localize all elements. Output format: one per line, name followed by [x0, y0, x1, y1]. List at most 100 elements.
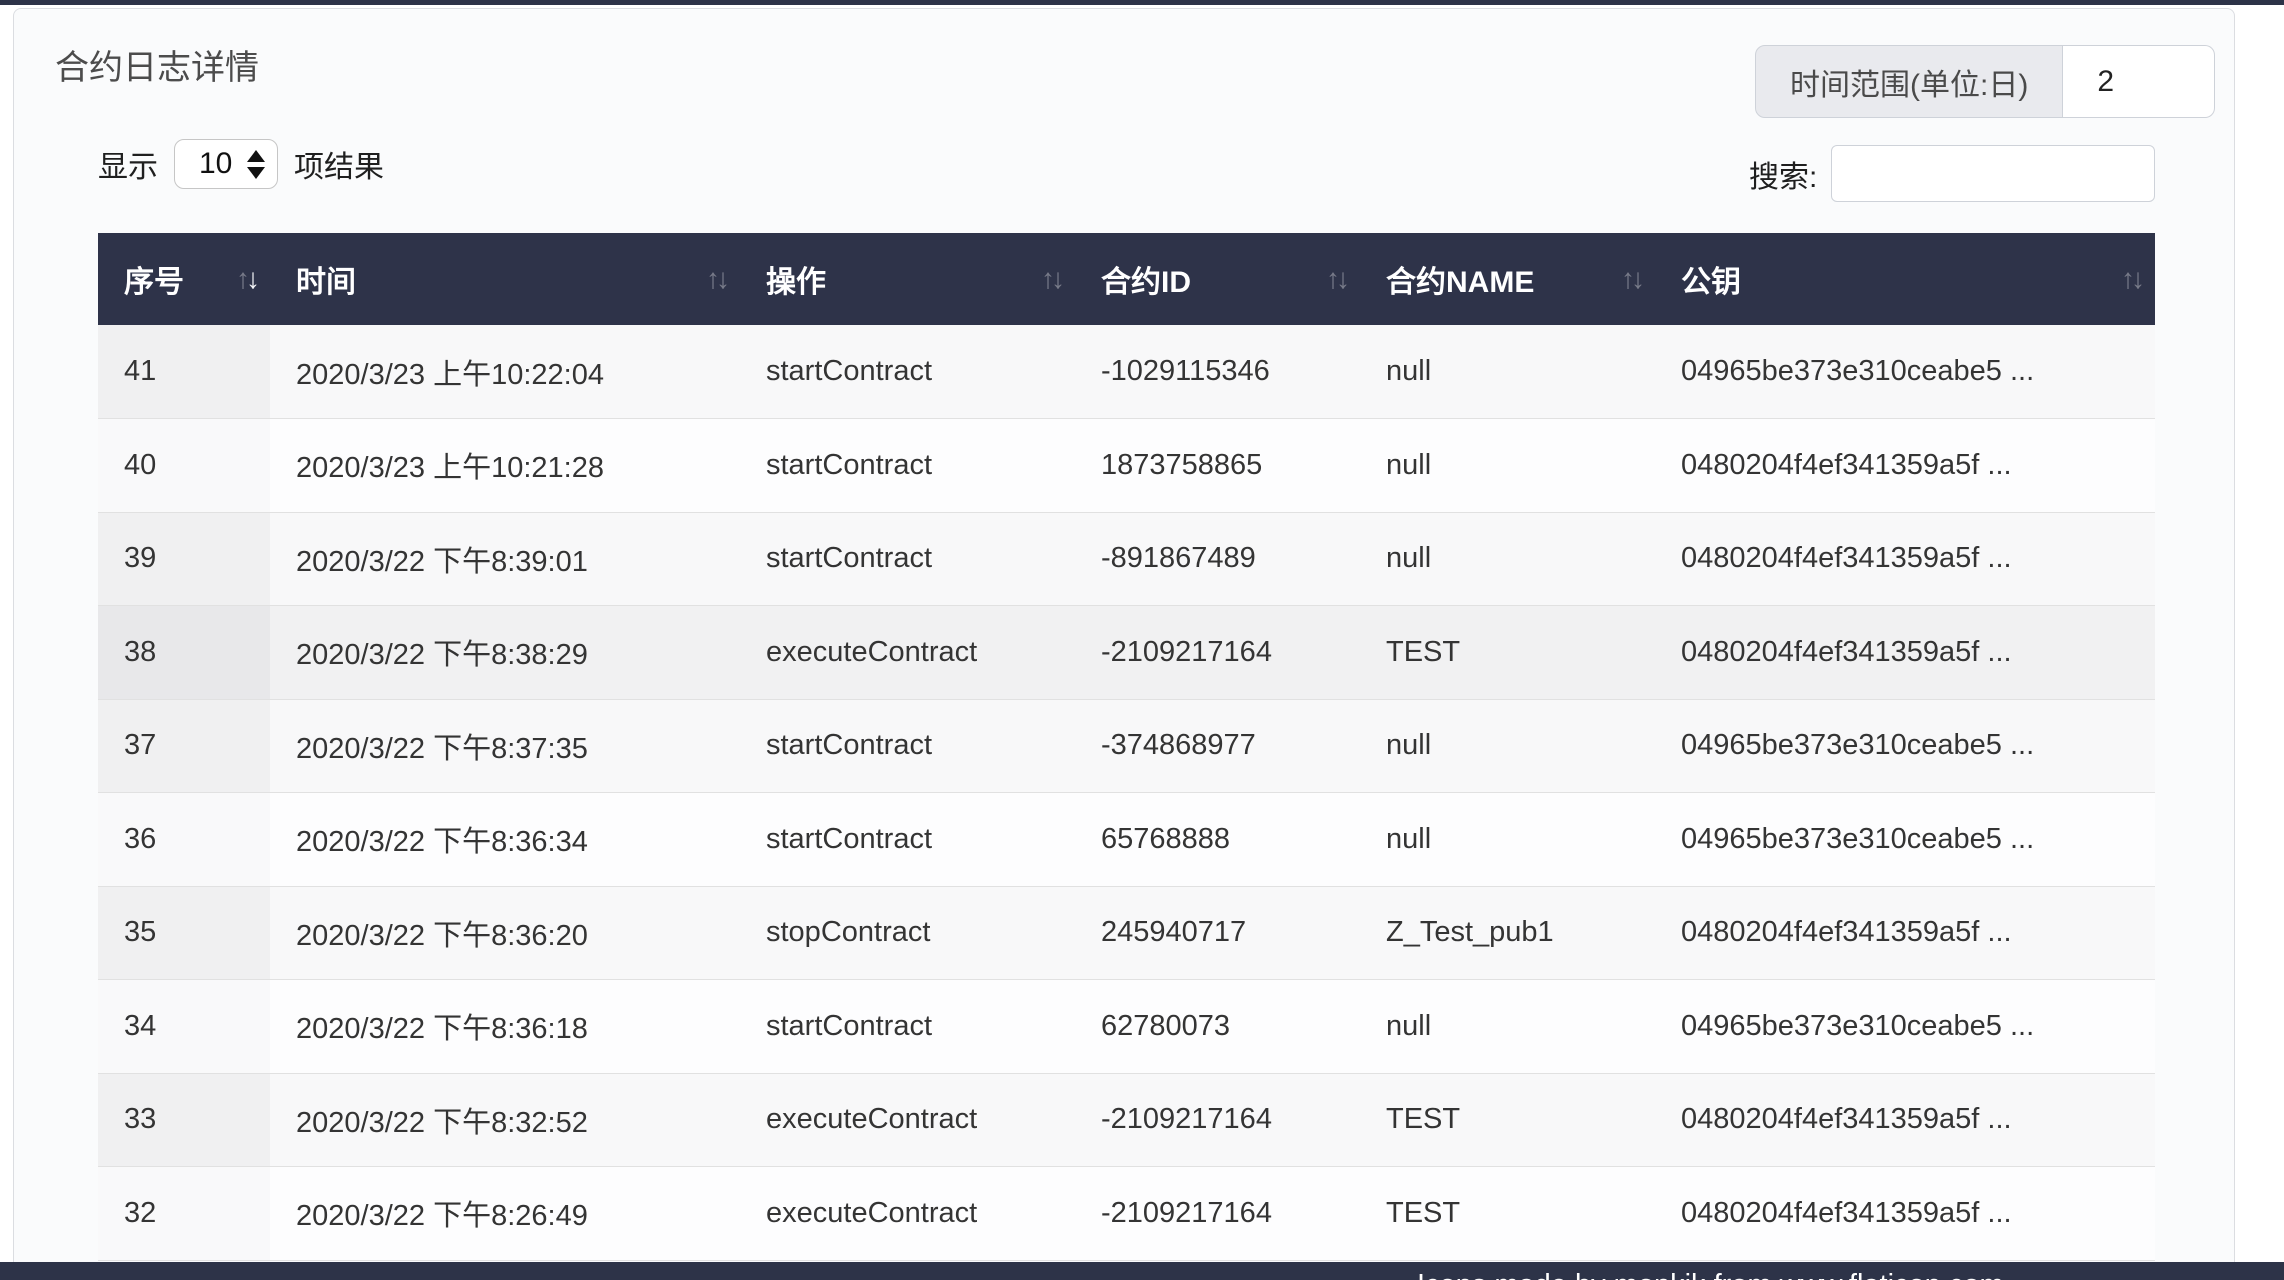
cell-pubkey: 0480204f4ef341359a5f ...: [1655, 606, 2155, 700]
sort-arrows-icon: ↑↓: [706, 263, 726, 295]
cell-time: 2020/3/23 上午10:22:04: [270, 325, 740, 419]
sort-arrows-icon: ↑↓: [2121, 263, 2141, 295]
cell-operation: startContract: [740, 980, 1075, 1074]
cell-serial: 34: [98, 980, 270, 1074]
table-row: 362020/3/22 下午8:36:34startContract657688…: [98, 793, 2155, 887]
cell-contract-id: -1029115346: [1075, 325, 1360, 419]
cell-pubkey: 0480204f4ef341359a5f ...: [1655, 1073, 2155, 1167]
cell-pubkey: 04965be373e310ceabe5 ...: [1655, 980, 2155, 1074]
sort-arrows-icon: ↑↓: [1326, 263, 1346, 295]
cell-pubkey: 0480204f4ef341359a5f ...: [1655, 512, 2155, 606]
table-row: 402020/3/23 上午10:21:28startContract18737…: [98, 419, 2155, 513]
table-row: 332020/3/22 下午8:32:52executeContract-210…: [98, 1073, 2155, 1167]
cell-pubkey: 0480204f4ef341359a5f ...: [1655, 886, 2155, 980]
select-spinner-icon: [247, 150, 265, 179]
cell-operation: startContract: [740, 512, 1075, 606]
page-title: 合约日志详情: [55, 40, 259, 89]
cell-time: 2020/3/22 下午8:39:01: [270, 512, 740, 606]
cell-serial: 32: [98, 1167, 270, 1261]
length-suffix-label: 项结果: [294, 142, 384, 186]
contract-log-table: 序号↑↓时间↑↓操作↑↓合约ID↑↓合约NAME↑↓公钥↑↓ 412020/3/…: [98, 233, 2155, 1261]
time-range-input[interactable]: [2063, 45, 2215, 118]
time-range-group: 时间范围(单位:日): [1755, 45, 2215, 118]
footer-credit: Icons made by monkik from www.flaticon.c…: [1417, 1269, 2004, 1280]
column-header-2[interactable]: 操作 ↑↓: [740, 233, 1075, 325]
search-control: 搜索:: [1749, 145, 2155, 202]
column-label: 操作: [766, 266, 826, 299]
table-row: 382020/3/22 下午8:38:29executeContract-210…: [98, 606, 2155, 700]
column-header-1[interactable]: 时间 ↑↓: [270, 233, 740, 325]
cell-contract-name: null: [1360, 699, 1655, 793]
cell-operation: startContract: [740, 793, 1075, 887]
page-length-control: 显示 10 项结果: [98, 138, 384, 190]
cell-contract-id: -374868977: [1075, 699, 1360, 793]
table-row: 342020/3/22 下午8:36:18startContract627800…: [98, 980, 2155, 1074]
cell-operation: startContract: [740, 419, 1075, 513]
top-navbar-edge: [0, 0, 2284, 5]
column-header-4[interactable]: 合约NAME ↑↓: [1360, 233, 1655, 325]
cell-serial: 37: [98, 699, 270, 793]
cell-contract-name: null: [1360, 512, 1655, 606]
search-label: 搜索:: [1749, 152, 1817, 196]
column-header-0[interactable]: 序号 ↑↓: [98, 233, 270, 325]
table-row: 392020/3/22 下午8:39:01startContract-89186…: [98, 512, 2155, 606]
column-label: 公钥: [1681, 266, 1741, 299]
table-row: 372020/3/22 下午8:37:35startContract-37486…: [98, 699, 2155, 793]
cell-contract-name: TEST: [1360, 1073, 1655, 1167]
cell-contract-id: -2109217164: [1075, 606, 1360, 700]
cell-contract-id: -2109217164: [1075, 1167, 1360, 1261]
cell-contract-name: null: [1360, 419, 1655, 513]
table-row: 352020/3/22 下午8:36:20stopContract2459407…: [98, 886, 2155, 980]
cell-pubkey: 04965be373e310ceabe5 ...: [1655, 793, 2155, 887]
table-row: 322020/3/22 下午8:26:49executeContract-210…: [98, 1167, 2155, 1261]
cell-serial: 36: [98, 793, 270, 887]
cell-operation: executeContract: [740, 1167, 1075, 1261]
column-label: 时间: [296, 266, 356, 299]
sort-arrows-icon: ↑↓: [1041, 263, 1061, 295]
sort-arrows-icon: ↑↓: [1621, 263, 1641, 295]
cell-time: 2020/3/22 下午8:38:29: [270, 606, 740, 700]
cell-time: 2020/3/22 下午8:32:52: [270, 1073, 740, 1167]
cell-operation: startContract: [740, 325, 1075, 419]
search-input[interactable]: [1831, 145, 2155, 202]
cell-serial: 35: [98, 886, 270, 980]
cell-operation: executeContract: [740, 1073, 1075, 1167]
cell-serial: 40: [98, 419, 270, 513]
cell-pubkey: 04965be373e310ceabe5 ...: [1655, 325, 2155, 419]
cell-serial: 41: [98, 325, 270, 419]
column-label: 序号: [124, 266, 184, 299]
cell-time: 2020/3/22 下午8:26:49: [270, 1167, 740, 1261]
sort-arrows-icon: ↑↓: [236, 263, 256, 295]
cell-contract-id: -2109217164: [1075, 1073, 1360, 1167]
cell-contract-name: null: [1360, 793, 1655, 887]
cell-serial: 33: [98, 1073, 270, 1167]
cell-contract-name: null: [1360, 325, 1655, 419]
cell-serial: 38: [98, 606, 270, 700]
cell-contract-id: 1873758865: [1075, 419, 1360, 513]
column-header-3[interactable]: 合约ID ↑↓: [1075, 233, 1360, 325]
cell-operation: executeContract: [740, 606, 1075, 700]
cell-contract-id: -891867489: [1075, 512, 1360, 606]
cell-contract-name: null: [1360, 980, 1655, 1074]
cell-contract-id: 62780073: [1075, 980, 1360, 1074]
header-row: 序号 ↑↓ 时间 ↑↓ 操作 ↑↓ 合约ID ↑↓ 合约NAME ↑↓ 公钥 ↑↓: [98, 233, 2155, 325]
cell-time: 2020/3/23 上午10:21:28: [270, 419, 740, 513]
cell-contract-name: Z_Test_pub1: [1360, 886, 1655, 980]
cell-time: 2020/3/22 下午8:36:34: [270, 793, 740, 887]
cell-contract-id: 65768888: [1075, 793, 1360, 887]
cell-serial: 39: [98, 512, 270, 606]
cell-contract-name: TEST: [1360, 606, 1655, 700]
time-range-label: 时间范围(单位:日): [1755, 45, 2063, 118]
column-label: 合约ID: [1101, 266, 1191, 299]
cell-pubkey: 04965be373e310ceabe5 ...: [1655, 699, 2155, 793]
length-select-value: 10: [199, 147, 247, 181]
column-label: 合约NAME: [1386, 266, 1534, 299]
cell-contract-name: TEST: [1360, 1167, 1655, 1261]
cell-pubkey: 0480204f4ef341359a5f ...: [1655, 419, 2155, 513]
length-select[interactable]: 10: [174, 139, 278, 189]
column-header-5[interactable]: 公钥 ↑↓: [1655, 233, 2155, 325]
cell-time: 2020/3/22 下午8:37:35: [270, 699, 740, 793]
cell-operation: stopContract: [740, 886, 1075, 980]
cell-time: 2020/3/22 下午8:36:18: [270, 980, 740, 1074]
cell-time: 2020/3/22 下午8:36:20: [270, 886, 740, 980]
